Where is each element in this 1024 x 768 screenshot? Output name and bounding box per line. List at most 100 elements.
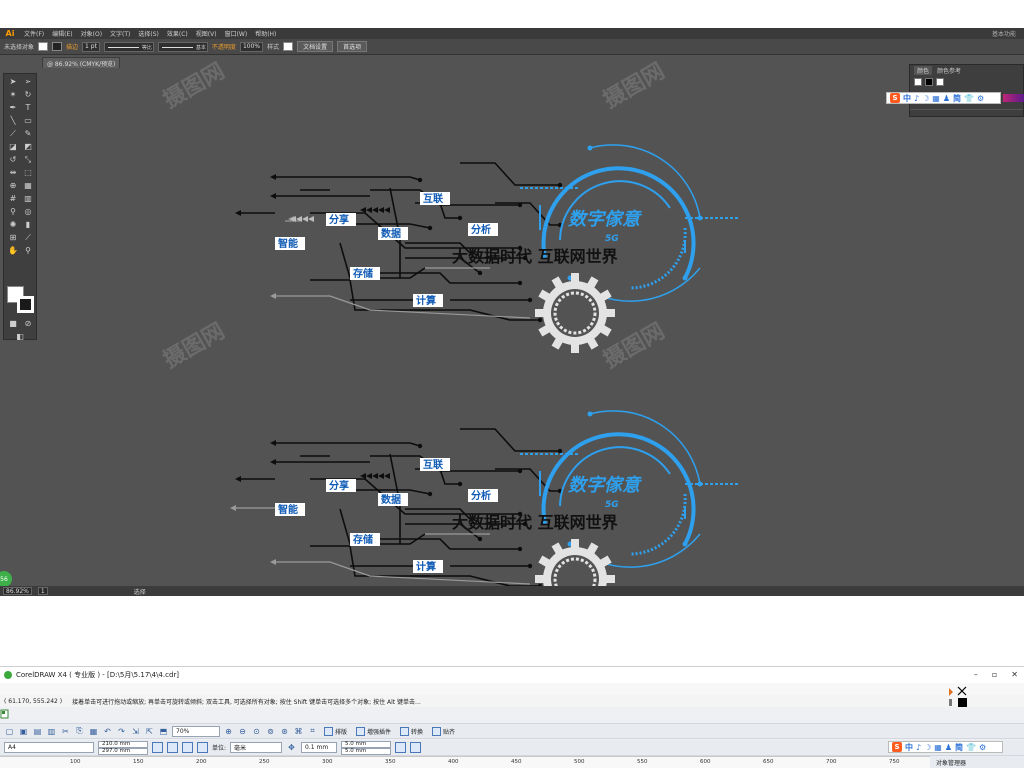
close-icon[interactable]: ✕ [1011, 670, 1018, 679]
mesh-tool-icon[interactable]: # [7, 193, 19, 204]
opacity-input[interactable]: 100% [239, 41, 264, 52]
copy-icon[interactable]: ⎘ [74, 726, 85, 737]
menu-select[interactable]: 选择(S) [134, 29, 163, 38]
ime-toolbar[interactable]: S 中 ♪ ☽ ▦ ♟ 简 👕 ⚙ [886, 92, 1001, 104]
page-size-select[interactable]: A4 [4, 742, 94, 753]
horizontal-ruler[interactable]: 100 150 200 250 300 350 400 450 500 550 … [0, 756, 930, 768]
selection-tool-icon[interactable]: ➤ [7, 76, 19, 87]
ime-keyboard-icon[interactable]: ▦ [932, 94, 940, 103]
paste-icon[interactable]: ▦ [88, 726, 99, 737]
blend-tool-icon[interactable]: ◎ [22, 206, 34, 217]
zoom-all-icon[interactable]: ⊚ [265, 726, 276, 737]
nudge-input[interactable]: 0.1 mm [301, 742, 338, 753]
line-tool-icon[interactable]: ╲ [7, 115, 19, 126]
all-pages-icon[interactable] [182, 742, 193, 753]
type-tool-icon[interactable]: T [22, 102, 34, 113]
document-tab[interactable]: @ 86.92% (CMYK/预览) [42, 57, 121, 68]
snap-button[interactable]: 贴齐 [429, 725, 458, 737]
print-icon[interactable]: ▥ [46, 726, 57, 737]
variable-width-profile[interactable]: 等比 [103, 41, 154, 52]
unit-select[interactable]: 毫米 [230, 742, 283, 753]
landscape-icon[interactable] [167, 742, 178, 753]
brush-definition[interactable]: 基本 [157, 41, 208, 52]
zoom-out-icon[interactable]: ⊖ [237, 726, 248, 737]
artwork-top[interactable]: 互联 分享 分析 数据 智能 存储 计算 数字傢意 5G 大数据时代 互联网世界 [230, 128, 750, 353]
zoom-in-icon[interactable]: ⊕ [223, 726, 234, 737]
launcher-icon[interactable]: ⬒ [158, 726, 169, 737]
perspective-grid-tool-icon[interactable]: ▦ [22, 180, 34, 191]
cut-icon[interactable]: ✂ [60, 726, 71, 737]
shape-builder-tool-icon[interactable]: ⊕ [7, 180, 19, 191]
ime-moon-icon[interactable]: ☽ [922, 94, 929, 103]
ime-settings-icon[interactable]: ⚙ [977, 94, 984, 103]
menu-effect[interactable]: 效果(C) [163, 29, 192, 38]
duplicate-y-input[interactable]: 5.0 mm [341, 747, 392, 755]
document-setup-button[interactable]: 文档设置 [297, 41, 334, 52]
ime-simplified[interactable]: 简 [955, 742, 963, 753]
none-swatch[interactable] [914, 78, 922, 86]
ime-skin-icon[interactable]: 👕 [964, 94, 974, 103]
artboard-select[interactable]: 1 [37, 587, 48, 595]
free-transform-tool-icon[interactable]: ⬚ [22, 167, 34, 178]
menu-view[interactable]: 视图(V) [192, 29, 221, 38]
opacity-label[interactable]: 不透明度 [212, 42, 236, 51]
cdr-fill-outline-indicator[interactable] [946, 686, 968, 710]
menu-object[interactable]: 对象(O) [77, 29, 106, 38]
direct-selection-tool-icon[interactable]: ➢ [22, 76, 34, 87]
menu-help[interactable]: 帮助(H) [251, 29, 280, 38]
none-mode-icon[interactable]: ⊘ [22, 318, 34, 329]
maximize-icon[interactable]: ▫ [992, 670, 997, 679]
gradient-tool-icon[interactable]: ▥ [22, 193, 34, 204]
undo-icon[interactable]: ↶ [102, 726, 113, 737]
progress-badge[interactable]: 56 [0, 571, 12, 587]
import-icon[interactable]: ⇲ [130, 726, 141, 737]
eyedropper-tool-icon[interactable]: ⚲ [7, 206, 19, 217]
convert-button[interactable]: 转换 [397, 725, 426, 737]
minimize-icon[interactable]: – [974, 670, 978, 679]
ime-user-icon[interactable]: ♟ [943, 94, 950, 103]
stroke-weight-input[interactable]: 1 pt [82, 41, 100, 52]
redo-icon[interactable]: ↷ [116, 726, 127, 737]
slice-tool-icon[interactable]: ⟋ [22, 232, 34, 243]
zoom-page-icon[interactable]: ⊛ [279, 726, 290, 737]
current-page-icon[interactable] [197, 742, 208, 753]
menu-edit[interactable]: 编辑(E) [48, 29, 76, 38]
zoom-selected-icon[interactable]: ⊙ [251, 726, 262, 737]
ime-keyboard-icon[interactable]: ▦ [934, 743, 942, 752]
column-graph-tool-icon[interactable]: ▮ [22, 219, 34, 230]
new-doc-icon[interactable] [0, 709, 10, 719]
zoom-select[interactable]: 86.92% [3, 587, 32, 595]
typeset-button[interactable]: 排版 [321, 725, 350, 737]
style-swatch[interactable] [283, 42, 294, 51]
menu-type[interactable]: 文字(T) [106, 29, 134, 38]
menu-file[interactable]: 文件(F) [20, 29, 48, 38]
options-icon[interactable] [410, 742, 422, 753]
workspace-switcher[interactable]: 基本功能 [984, 29, 1024, 38]
eraser-tool-icon[interactable]: ◩ [22, 141, 34, 152]
treat-as-filled-icon[interactable] [395, 742, 407, 753]
white-swatch[interactable] [936, 78, 944, 86]
enhance-plugin-button[interactable]: 増强插件 [353, 725, 394, 737]
open-icon[interactable]: ▣ [18, 726, 29, 737]
zoom-height-icon[interactable]: ⌗ [307, 726, 318, 737]
preferences-button[interactable]: 首选项 [337, 41, 368, 52]
page-width-input[interactable]: 210.0 mm [98, 740, 148, 748]
duplicate-x-input[interactable]: 5.0 mm [341, 740, 392, 748]
menu-window[interactable]: 窗口(W) [221, 29, 252, 38]
scale-tool-icon[interactable]: ⤡ [22, 154, 34, 165]
tab-color[interactable]: 颜色 [914, 65, 933, 75]
ime-toolbar-cdr[interactable]: S 中 ♪ ☽ ▦ ♟ 简 👕 ⚙ [888, 741, 1003, 753]
object-manager-tab[interactable]: 对象管理器 [930, 756, 1024, 768]
hand-tool-icon[interactable]: ✋ [7, 245, 19, 256]
ime-punct-icon[interactable]: ♪ [914, 94, 919, 103]
blob-brush-tool-icon[interactable]: ◪ [7, 141, 19, 152]
artwork-bottom[interactable]: 互联 分享 分析 数据 智能 存储 计算 数字傢意 5G 大数据时代 互联网世界 [230, 394, 750, 596]
stroke-color-box[interactable] [17, 296, 34, 313]
tab-color-guide[interactable]: 颜色参考 [934, 66, 964, 75]
artboard-tool-icon[interactable]: ⊞ [7, 232, 19, 243]
ime-punct-icon[interactable]: ♪ [916, 743, 921, 752]
page-height-input[interactable]: 297.0 mm [98, 747, 148, 755]
black-swatch[interactable] [925, 78, 933, 86]
zoom-tool-icon[interactable]: ⚲ [22, 245, 34, 256]
export-icon[interactable]: ⇱ [144, 726, 155, 737]
